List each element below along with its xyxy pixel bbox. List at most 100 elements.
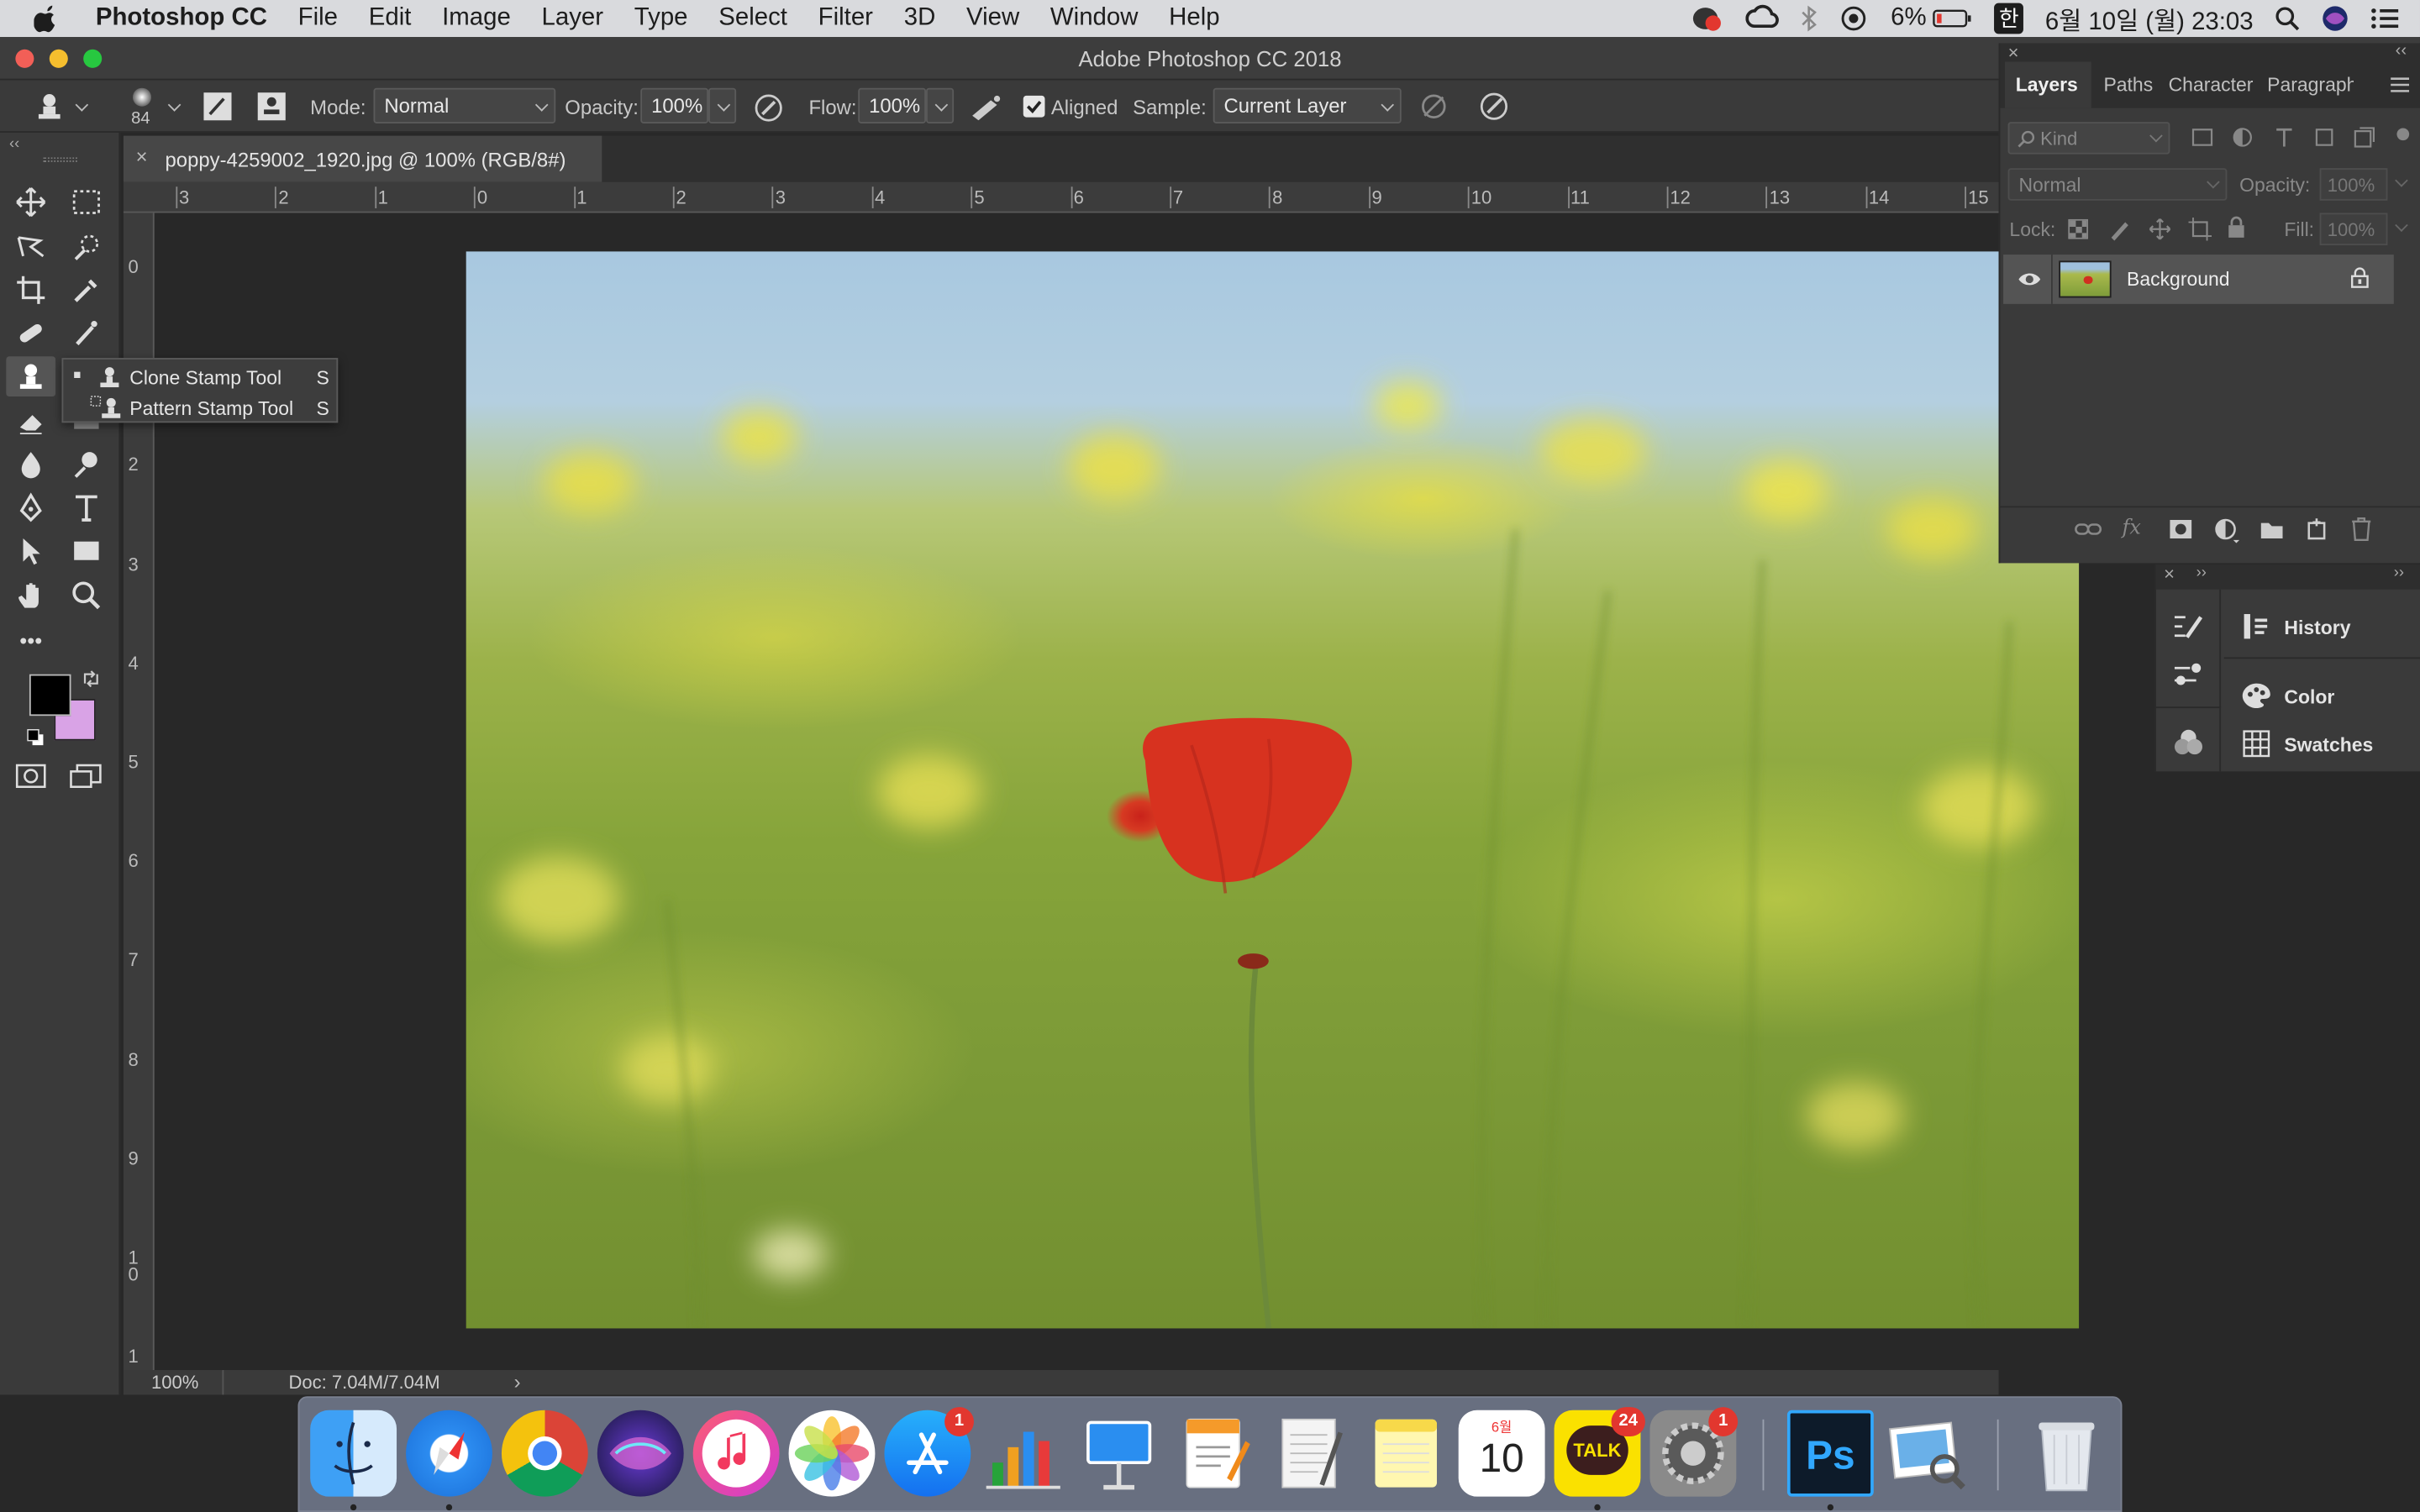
siri-icon[interactable]	[2321, 5, 2349, 33]
opacity-dropdown[interactable]	[708, 87, 737, 123]
menu-filter[interactable]: Filter	[802, 5, 888, 33]
photos-icon[interactable]	[788, 1410, 876, 1497]
delete-layer-icon[interactable]	[2350, 517, 2372, 542]
marquee-tool-icon[interactable]	[65, 182, 108, 223]
layer-thumbnail[interactable]	[2059, 260, 2112, 298]
opacity-input[interactable]: 100%	[640, 87, 709, 123]
lock-position-icon[interactable]	[2149, 218, 2172, 241]
quick-selection-tool-icon[interactable]	[65, 227, 108, 267]
layer-row-background[interactable]: Background	[2003, 255, 2394, 304]
menu-3d[interactable]: 3D	[888, 5, 950, 33]
tab-paragraph[interactable]: Paragraph	[2267, 74, 2354, 96]
menu-view[interactable]: View	[951, 5, 1035, 33]
document-tab[interactable]: × poppy-4259002_1920.jpg @ 100% (RGB/8#)	[123, 135, 602, 182]
foreground-color-swatch[interactable]	[29, 674, 71, 717]
dodge-tool-icon[interactable]	[65, 444, 108, 485]
layer-filter-select[interactable]: Kind	[2007, 122, 2170, 155]
layer-opacity-input[interactable]: 100%	[2319, 168, 2388, 201]
close-document-icon[interactable]: ×	[136, 145, 148, 169]
flow-input[interactable]: 100%	[858, 87, 927, 123]
flyout-item-pattern-stamp[interactable]: Pattern Stamp Tool S	[63, 392, 336, 423]
sample-select[interactable]: Current Layer	[1213, 87, 1402, 123]
eraser-tool-icon[interactable]	[9, 402, 52, 442]
edit-toolbar-icon[interactable]: •••	[9, 620, 52, 660]
zoom-level[interactable]: 100%	[151, 1372, 198, 1394]
photoshop-icon[interactable]: Ps	[1786, 1410, 1874, 1497]
pressure-opacity-icon[interactable]	[753, 92, 784, 123]
collapse-panel-icon[interactable]: ‹‹	[2396, 42, 2407, 60]
clone-stamp-tool-icon[interactable]	[6, 356, 56, 397]
default-colors-icon[interactable]	[26, 728, 45, 747]
healing-brush-tool-icon[interactable]	[9, 313, 52, 354]
menu-layer[interactable]: Layer	[526, 5, 618, 33]
filter-adjustment-icon[interactable]	[2232, 127, 2254, 149]
menu-image[interactable]: Image	[427, 5, 526, 33]
menu-window[interactable]: Window	[1035, 5, 1154, 33]
zoom-tool-icon[interactable]	[65, 575, 108, 616]
horizontal-ruler[interactable]: 3 2 1 0 1 2 3 4 5 6 7 8 9 10 11 12 13 14 15	[123, 181, 1999, 213]
menu-file[interactable]: File	[282, 5, 353, 33]
clone-stamp-preset-icon[interactable]	[34, 91, 65, 122]
blur-tool-icon[interactable]	[9, 444, 52, 485]
tab-paths[interactable]: Paths	[2103, 74, 2153, 96]
screen-mode-icon[interactable]	[65, 756, 108, 796]
new-adjustment-layer-icon[interactable]	[2215, 518, 2240, 543]
blend-mode-select[interactable]: Normal	[2007, 168, 2228, 201]
itunes-icon[interactable]	[692, 1410, 780, 1497]
quick-mask-icon[interactable]	[9, 756, 52, 796]
brushes-panel-icon[interactable]	[2173, 660, 2207, 688]
airplay-icon[interactable]	[1839, 5, 1870, 33]
bluetooth-icon[interactable]	[1802, 5, 1818, 33]
lock-all-icon[interactable]	[2227, 216, 2245, 239]
move-tool-icon[interactable]	[9, 182, 52, 223]
hangouts-icon[interactable]	[1690, 5, 1723, 33]
notification-center-icon[interactable]	[2370, 8, 2399, 29]
ignore-adjustment-layers-icon[interactable]	[1420, 92, 1448, 120]
brush-preview-icon[interactable]	[129, 87, 154, 108]
lock-image-pixels-icon[interactable]	[2108, 218, 2132, 241]
layer-lock-icon[interactable]	[2350, 267, 2369, 289]
chrome-icon[interactable]	[501, 1410, 588, 1497]
creative-cloud-icon[interactable]	[1745, 4, 1780, 33]
apple-icon[interactable]	[0, 5, 81, 33]
brush-settings-icon[interactable]	[203, 91, 234, 122]
add-layer-mask-icon[interactable]	[2169, 518, 2193, 540]
textedit-icon[interactable]	[1267, 1410, 1354, 1497]
preview-icon[interactable]	[1883, 1410, 1970, 1497]
path-selection-tool-icon[interactable]	[9, 531, 52, 571]
panel-menu-icon[interactable]	[2391, 77, 2410, 92]
lasso-tool-icon[interactable]	[9, 227, 52, 267]
filter-pixel-icon[interactable]	[2191, 128, 2213, 146]
dock-item-history[interactable]: History	[2224, 596, 2420, 654]
aligned-checkbox[interactable]	[1023, 95, 1045, 118]
numbers-icon[interactable]	[980, 1410, 1066, 1497]
calendar-icon[interactable]: 6월 10	[1458, 1410, 1545, 1497]
crop-tool-icon[interactable]	[9, 270, 52, 310]
dock-item-color[interactable]: Color	[2224, 673, 2420, 719]
pages-icon[interactable]	[1171, 1410, 1258, 1497]
fill-input[interactable]: 100%	[2319, 213, 2388, 246]
keynote-icon[interactable]	[1076, 1410, 1162, 1497]
tab-layers-label[interactable]: Layers	[2016, 74, 2078, 96]
pressure-size-icon[interactable]	[1479, 91, 1510, 122]
rectangle-tool-icon[interactable]	[65, 531, 108, 571]
tool-preset-dropdown-icon[interactable]	[75, 98, 89, 112]
spotlight-search-icon[interactable]	[2275, 6, 2300, 31]
brush-settings-panel-icon[interactable]	[2173, 611, 2207, 642]
clone-source-panel-icon[interactable]	[2173, 728, 2204, 756]
hand-tool-icon[interactable]	[9, 575, 52, 616]
panel-grip[interactable]	[43, 157, 77, 162]
new-layer-icon[interactable]	[2306, 518, 2328, 540]
pen-tool-icon[interactable]	[9, 487, 52, 528]
flow-dropdown[interactable]	[926, 87, 955, 123]
layer-opacity-dropdown-icon[interactable]	[2395, 174, 2408, 187]
menu-select[interactable]: Select	[703, 5, 802, 33]
link-layers-icon[interactable]	[2075, 520, 2102, 538]
expand-dock-icon[interactable]: ››	[2394, 564, 2404, 581]
siri-app-icon[interactable]	[597, 1410, 684, 1497]
brush-tool-icon[interactable]	[65, 313, 108, 354]
tab-character[interactable]: Character	[2169, 74, 2254, 96]
app-menu[interactable]: Photoshop CC	[81, 5, 283, 33]
trash-icon[interactable]	[2023, 1410, 2110, 1497]
lock-transparent-pixels-icon[interactable]	[2068, 218, 2089, 239]
